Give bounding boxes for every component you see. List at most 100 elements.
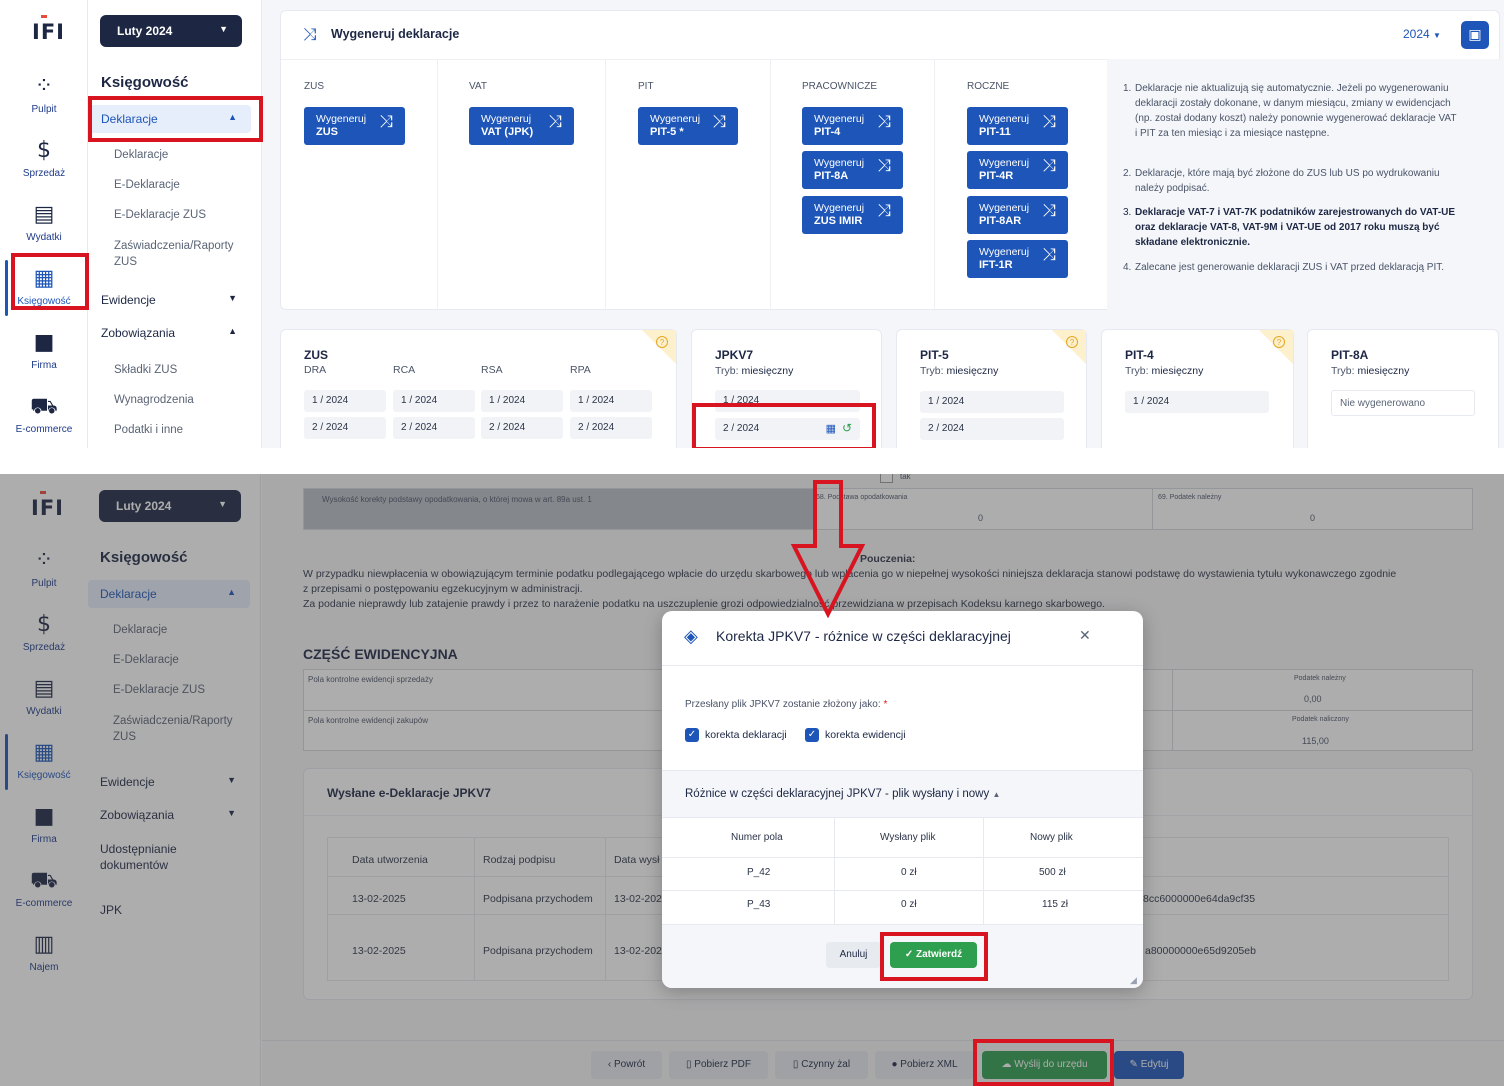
col-pracownicze: PRACOWNICZE [802, 81, 877, 92]
btn-prefix: Wygeneruj [814, 157, 865, 169]
section-heading: Księgowość [101, 74, 189, 91]
shuffle-icon: ⤨ [712, 112, 726, 132]
period-pill[interactable]: 1 / 2024 [481, 390, 563, 412]
nav-zobowiazania[interactable]: Zobowiązania ▲ [89, 319, 251, 347]
th-nowy: Nowy plik [1030, 832, 1073, 843]
btn-label: Anuluj [839, 949, 868, 960]
rail-firma[interactable]: ■ Firma [0, 332, 88, 372]
generate-pit8a-button[interactable]: Wygeneruj PIT-8A ⤨ [802, 151, 903, 189]
th-wyslany: Wysłany plik [880, 832, 936, 843]
btn-prefix: Wygeneruj [650, 113, 701, 125]
close-icon[interactable]: ✕ [1079, 627, 1091, 644]
generate-pit4-button[interactable]: Wygeneruj PIT-4 ⤨ [802, 107, 903, 145]
rail-pulpit[interactable]: ⁘ Pulpit [0, 76, 88, 116]
chevron-down-icon: ▼ [228, 293, 237, 303]
period-pill[interactable]: 2 / 2024 [481, 417, 563, 439]
nav-label: Zobowiązania [101, 326, 176, 340]
nav-sub-wynagrodzenia[interactable]: Wynagrodzenia [114, 392, 244, 408]
note-text: Deklaracje nie aktualizują się automatyc… [1135, 83, 1457, 139]
option-label: korekta ewidencji [825, 728, 906, 741]
chevron-down-icon: ▼ [219, 24, 228, 34]
year-selector[interactable]: 2024 ▼ [1403, 27, 1441, 41]
card-title: PIT-4 [1125, 348, 1154, 362]
generate-ift1r-button[interactable]: Wygeneruj IFT-1R ⤨ [967, 240, 1068, 278]
period-pill[interactable]: 2 / 2024 [920, 418, 1064, 440]
tryb-line: Tryb: miesięczny [715, 365, 793, 377]
rail-sprzedaz[interactable]: $ Sprzedaż [0, 140, 88, 180]
option-korekta-ewidencji[interactable]: ✓ korekta ewidencji [805, 728, 906, 742]
tryb-value: miesięczny [1357, 365, 1410, 377]
nav-sub-e-deklaracje[interactable]: E-Deklaracje [114, 177, 244, 193]
row-divider [662, 890, 1143, 891]
rail-ecommerce[interactable]: ⛟ E-commerce [0, 396, 88, 436]
nav-sub-zaswiadczenia[interactable]: Zaświadczenia/Raporty ZUS [114, 238, 244, 270]
shuffle-icon: ⤨ [1042, 112, 1056, 132]
shuffle-icon: ⤨ [877, 156, 891, 176]
shuffle-icon: ⤨ [303, 25, 317, 45]
nav-ewidencje[interactable]: Ewidencje ▼ [89, 286, 251, 314]
tryb-line: Tryb: miesięczny [920, 365, 998, 377]
col-roczne: ROCZNE [967, 81, 1010, 92]
option-korekta-deklaracji[interactable]: ✓ korekta deklaracji [685, 728, 787, 742]
modal-question: Przesłany plik JPKV7 zostanie złożony ja… [685, 699, 887, 710]
period-pill[interactable]: 1 / 2024 [570, 390, 652, 412]
tryb-label: Tryb: [715, 365, 739, 377]
tryb-label: Tryb: [1331, 365, 1355, 377]
pit4-card: ? PIT-4 Tryb: miesięczny 1 / 2024 [1101, 329, 1294, 448]
nav-sub-skladki[interactable]: Składki ZUS [114, 362, 244, 378]
generate-vat-button[interactable]: Wygeneruj VAT (JPK) ⤨ [469, 107, 574, 145]
option-label: korekta deklaracji [705, 728, 787, 741]
zus-card: ? ZUS DRA RCA RSA RPA 1 / 2024 1 / 2024 … [280, 329, 677, 448]
layout-toggle-button[interactable]: ▣ [1461, 21, 1489, 49]
chevron-up-icon: ▲ [228, 326, 237, 336]
generate-pit5-button[interactable]: Wygeneruj PIT-5 * ⤨ [638, 107, 738, 145]
tryb-line: Tryb: miesięczny [1125, 365, 1203, 377]
receipt-icon: ▤ [33, 202, 55, 227]
generate-pit11-button[interactable]: Wygeneruj PIT-11 ⤨ [967, 107, 1068, 145]
nav-sub-e-deklaracje-zus[interactable]: E-Deklaracje ZUS [114, 207, 244, 223]
red-arrow-down-icon [790, 480, 866, 618]
help-icon[interactable]: ? [656, 336, 668, 348]
rail-wydatki[interactable]: ▤ Wydatki [0, 202, 88, 244]
col-pit: PIT [638, 81, 654, 92]
period-pill[interactable]: 2 / 2024 [570, 417, 652, 439]
diff-title-text: Różnice w części deklaracyjnej JPKV7 - p… [685, 788, 990, 800]
checkbox-checked-icon[interactable]: ✓ [685, 728, 699, 742]
resize-handle-icon[interactable]: ◢ [1130, 975, 1137, 986]
diff-section[interactable]: Różnice w części deklaracyjnej JPKV7 - p… [662, 770, 1143, 818]
required-mark: * [883, 699, 888, 710]
nav-sub-podatki[interactable]: Podatki i inne [114, 422, 244, 438]
card-title: PIT-8A [1331, 348, 1369, 362]
highlight-jpkv7-period [692, 403, 876, 448]
help-icon[interactable]: ? [1066, 336, 1078, 348]
period-pill[interactable]: 1 / 2024 [393, 390, 475, 412]
shuffle-icon: ⤨ [548, 112, 562, 132]
generate-zus-imir-button[interactable]: Wygeneruj ZUS IMIR ⤨ [802, 196, 903, 234]
tryb-value: miesięczny [946, 365, 999, 377]
row2-field: P_43 [747, 899, 771, 910]
period-pill[interactable]: 1 / 2024 [304, 390, 386, 412]
generate-title: Wygeneruj deklaracje [331, 27, 460, 41]
btn-prefix: Wygeneruj [814, 113, 865, 125]
note-4: 4. Zalecane jest generowanie deklaracji Z… [1123, 262, 1445, 273]
year-label: 2024 [1403, 27, 1430, 41]
period-pill[interactable]: 2 / 2024 [304, 417, 386, 439]
col-rsa: RSA [481, 364, 503, 376]
cancel-button[interactable]: Anuluj [826, 942, 881, 968]
period-pill[interactable]: 2 / 2024 [393, 417, 475, 439]
column-divider [437, 59, 438, 311]
card-title: PIT-5 [920, 348, 949, 362]
nav-sub-deklaracje[interactable]: Deklaracje [114, 147, 244, 163]
left-rail: IFI ⁘ Pulpit $ Sprzedaż ▤ Wydatki ▦ Księgowo… [0, 0, 88, 448]
period-pill[interactable]: 1 / 2024 [920, 391, 1064, 413]
period-pill[interactable]: 1 / 2024 [1125, 391, 1269, 413]
month-selector[interactable]: Luty 2024 ▼ [100, 15, 242, 47]
help-icon[interactable]: ? [1273, 336, 1285, 348]
row2-sent: 0 zł [901, 899, 917, 910]
generate-zus-button[interactable]: Wygeneruj ZUS ⤨ [304, 107, 405, 145]
checkbox-checked-icon[interactable]: ✓ [805, 728, 819, 742]
shuffle-icon: ⤨ [877, 112, 891, 132]
generate-pit8ar-button[interactable]: Wygeneruj PIT-8AR ⤨ [967, 196, 1068, 234]
btn-prefix: Wygeneruj [979, 202, 1030, 214]
generate-pit4r-button[interactable]: Wygeneruj PIT-4R ⤨ [967, 151, 1068, 189]
